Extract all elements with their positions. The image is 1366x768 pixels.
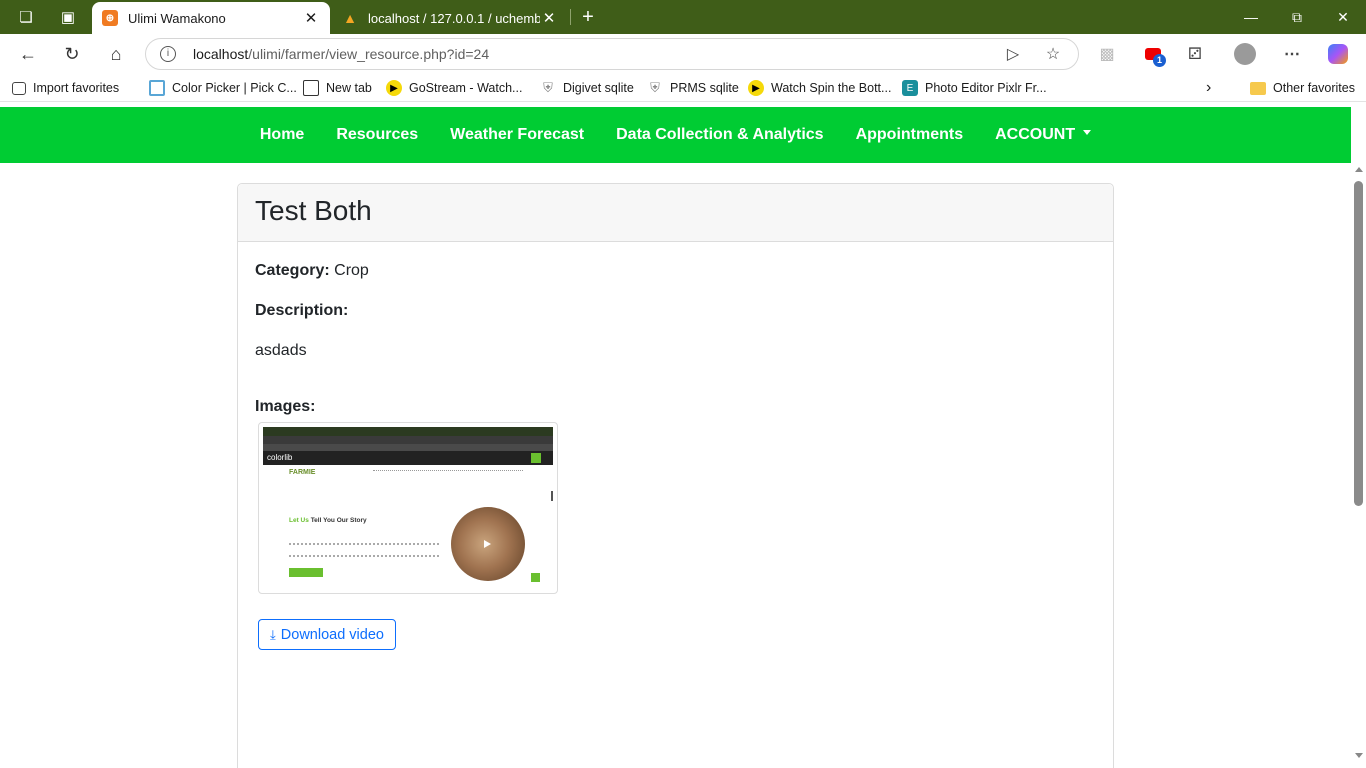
fav-prms[interactable]: ⛨ PRMS sqlite <box>647 78 739 98</box>
resource-title: Test Both <box>255 195 372 226</box>
extensions-puzzle-icon[interactable]: ⚂ <box>1181 40 1209 68</box>
nav-data-collection-analytics[interactable]: Data Collection & Analytics <box>616 126 823 144</box>
nav-account-dropdown[interactable]: ACCOUNT <box>995 126 1092 144</box>
images-label: Images: <box>255 398 316 415</box>
back-button[interactable]: ← <box>12 38 44 70</box>
read-aloud-icon[interactable]: ▷ <box>1002 44 1024 66</box>
shield-icon: ⛨ <box>543 80 553 95</box>
close-tab-icon[interactable]: ✕ <box>302 9 320 27</box>
folder-icon <box>1250 81 1266 95</box>
nav-weather-forecast[interactable]: Weather Forecast <box>450 126 584 144</box>
favorites-overflow-chevron-icon[interactable]: › <box>1206 78 1211 98</box>
thumbnail-play-icon <box>484 540 491 548</box>
category-value: Crop <box>334 262 369 279</box>
close-window-button[interactable]: ✕ <box>1320 0 1366 34</box>
tab-title: localhost / 127.0.0.1 / uchembere <box>368 10 540 26</box>
extension-badge: 1 <box>1153 54 1166 67</box>
browser-toolbar: ← ↻ ⌂ i localhost/ulimi/farmer/view_reso… <box>0 34 1366 74</box>
play-icon: ▶ <box>386 80 402 96</box>
resource-image-thumbnail[interactable]: colorlib FARMIE Let Us Tell You Our Stor… <box>258 422 558 594</box>
fav-new-tab[interactable]: New tab <box>303 78 372 98</box>
nav-home[interactable]: Home <box>260 126 304 144</box>
scroll-up-icon[interactable] <box>1355 167 1363 172</box>
play-icon: ▶ <box>748 80 764 96</box>
thumbnail-app-name: colorlib <box>263 451 553 465</box>
fav-color-picker[interactable]: Color Picker | Pick C... <box>149 78 297 98</box>
thumbnail-heading: Let Us Tell You Our Story <box>289 517 367 524</box>
fav-other-favorites[interactable]: Other favorites <box>1250 78 1355 98</box>
newtab-icon <box>303 80 319 96</box>
tab-phpmyadmin[interactable]: ▲ localhost / 127.0.0.1 / uchembere ✕ <box>332 2 568 34</box>
tab-title: Ulimi Wamakono <box>128 10 226 26</box>
download-icon: ⤓ <box>270 626 276 642</box>
more-menu-icon[interactable]: ⋯ <box>1278 40 1306 68</box>
favorites-bar: Import favorites Color Picker | Pick C..… <box>0 74 1366 102</box>
card-header: Test Both <box>238 184 1113 242</box>
pixlr-icon: E <box>902 80 918 96</box>
download-label: Download video <box>280 626 384 643</box>
nav-resources[interactable]: Resources <box>336 126 418 144</box>
fav-gostream[interactable]: ▶ GoStream - Watch... <box>386 78 522 98</box>
tab-actions-icon[interactable]: ▣ <box>48 0 88 34</box>
category-label: Category: <box>255 262 330 279</box>
shield-icon: ⛨ <box>650 80 660 95</box>
profile-avatar[interactable] <box>1231 40 1259 68</box>
xampp-icon: ⊕ <box>102 10 118 26</box>
color-picker-icon <box>149 80 165 96</box>
tab-ulimi[interactable]: ⊕ Ulimi Wamakono ✕ <box>92 2 330 34</box>
scroll-down-icon[interactable] <box>1355 753 1363 758</box>
minimize-button[interactable]: — <box>1228 0 1274 34</box>
nav-appointments[interactable]: Appointments <box>856 126 964 144</box>
description-label: Description: <box>255 302 349 319</box>
new-tab-button[interactable]: + <box>576 2 600 32</box>
close-tab-icon[interactable]: ✕ <box>540 9 558 27</box>
fav-spin-bottle[interactable]: ▶ Watch Spin the Bott... <box>748 78 891 98</box>
browser-titlebar: ❏ ▣ ⊕ Ulimi Wamakono ✕ ▲ localhost / 127… <box>0 0 1366 34</box>
url-text[interactable]: localhost/ulimi/farmer/view_resource.php… <box>193 46 489 62</box>
dropdown-caret-icon <box>1083 130 1092 136</box>
site-info-icon[interactable]: i <box>160 46 176 62</box>
fav-pixlr[interactable]: E Photo Editor Pixlr Fr... <box>902 78 1047 98</box>
fav-digivet[interactable]: ⛨ Digivet sqlite <box>540 78 634 98</box>
screenshot-image: colorlib FARMIE Let Us Tell You Our Stor… <box>263 427 553 589</box>
youtube-extension-icon[interactable]: 1 <box>1139 40 1167 68</box>
extension-icon[interactable]: ▩ <box>1093 40 1121 68</box>
refresh-button[interactable]: ↻ <box>56 38 88 70</box>
address-bar[interactable]: i localhost/ulimi/farmer/view_resource.p… <box>145 38 1079 70</box>
download-video-button[interactable]: ⤓ Download video <box>258 619 396 650</box>
account-label: ACCOUNT <box>995 126 1076 143</box>
category-row: Category: Crop <box>255 262 369 280</box>
home-button[interactable]: ⌂ <box>100 38 132 70</box>
site-navbar: Home Resources Weather Forecast Data Col… <box>0 107 1351 163</box>
copilot-icon[interactable] <box>1324 40 1352 68</box>
import-icon <box>12 81 26 95</box>
page-scrollbar[interactable] <box>1351 163 1366 768</box>
resource-card: Test Both Category: Crop Description: as… <box>237 183 1114 768</box>
fav-import[interactable]: Import favorites <box>12 78 119 98</box>
thumbnail-logo: FARMIE <box>289 469 316 476</box>
scroll-thumb[interactable] <box>1354 181 1363 506</box>
restore-button[interactable]: ⧉ <box>1274 0 1320 34</box>
favorite-star-icon[interactable]: ☆ <box>1042 44 1064 66</box>
description-value: asdads <box>255 342 307 359</box>
tab-separator <box>570 9 571 25</box>
workspaces-icon[interactable]: ❏ <box>6 0 46 34</box>
phpmyadmin-icon: ▲ <box>343 10 357 26</box>
